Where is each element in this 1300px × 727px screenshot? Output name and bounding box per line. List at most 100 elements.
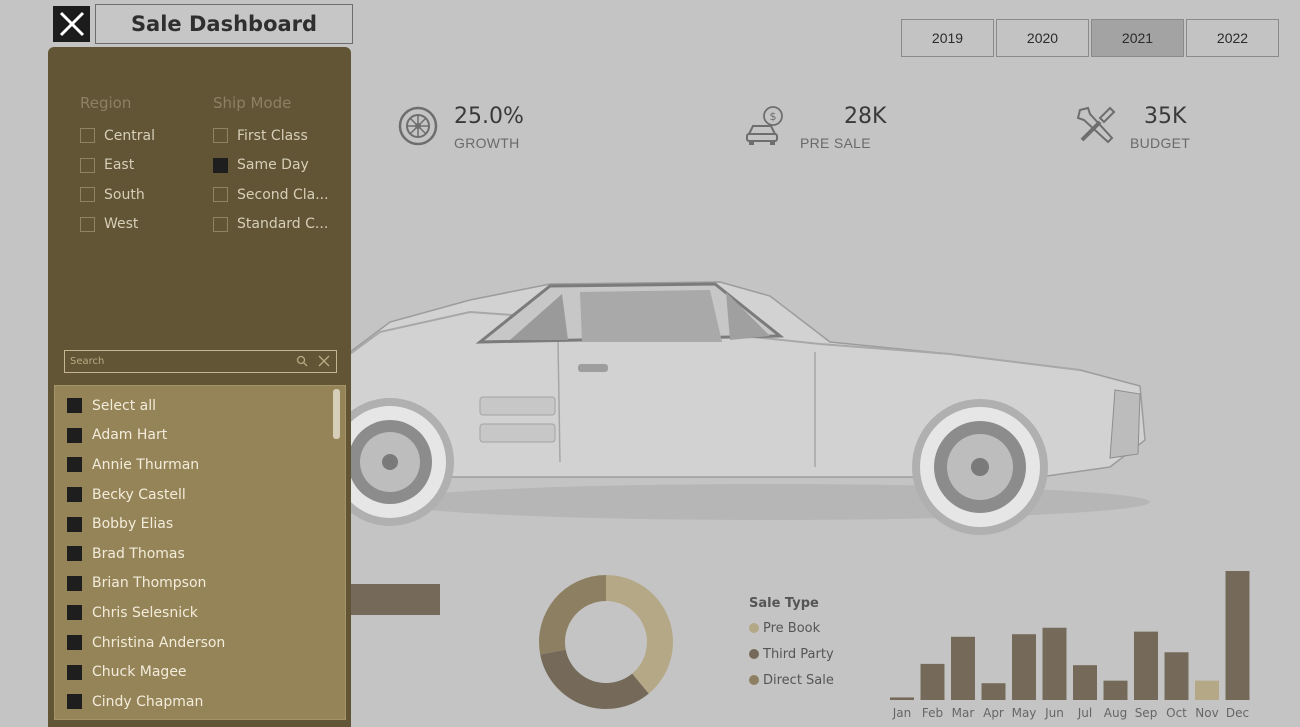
region-option-central[interactable]: Central: [80, 121, 155, 151]
car-image: [350, 281, 1150, 535]
kpi-budget: 35K BUDGET: [1074, 104, 1190, 151]
checkbox-checked[interactable]: [67, 575, 82, 591]
kpi-pre-sale-value: 28K: [844, 104, 887, 129]
x-tick-label: Jan: [892, 706, 912, 720]
checkbox-checked[interactable]: [67, 635, 82, 651]
year-button-2020[interactable]: 2020: [996, 19, 1089, 57]
list-item[interactable]: Brian Thompson: [55, 569, 345, 599]
region-option-south[interactable]: South: [80, 180, 155, 210]
list-item[interactable]: Brad Thomas: [55, 539, 345, 569]
column-bar-dec[interactable]: [1225, 571, 1250, 700]
list-item-label: Chuck Magee: [92, 664, 187, 681]
column-bar-oct[interactable]: [1164, 652, 1189, 700]
list-item[interactable]: Bobby Elias: [55, 509, 345, 539]
customer-list: Select all Adam Hart Annie Thurman Becky…: [54, 385, 346, 720]
search-icon[interactable]: [296, 355, 308, 367]
column-bar-aug[interactable]: [1103, 680, 1128, 700]
ship-mode-option-first-class[interactable]: First Class: [213, 121, 329, 151]
column-bar-may[interactable]: [1012, 634, 1036, 700]
checkbox-checked[interactable]: [213, 157, 228, 173]
region-option-label: Central: [104, 127, 155, 144]
x-tick-label: Nov: [1195, 706, 1218, 720]
column-bar-jun[interactable]: [1042, 627, 1067, 700]
ship-mode-option-label: Standard C...: [237, 216, 329, 233]
region-option-east[interactable]: East: [80, 151, 155, 181]
ship-mode-option-standard-class[interactable]: Standard C...: [213, 210, 329, 240]
kpi-budget-label: BUDGET: [1130, 135, 1191, 151]
list-item[interactable]: Adam Hart: [55, 421, 345, 451]
column-bar-feb[interactable]: [920, 663, 945, 700]
checkbox-checked[interactable]: [67, 398, 82, 414]
search-box: [64, 350, 337, 373]
ship-mode-option-second-class[interactable]: Second Cla...: [213, 180, 329, 210]
legend-item-pre-book[interactable]: Pre Book: [749, 615, 834, 641]
checkbox-checked[interactable]: [67, 457, 82, 473]
column-bar-jul[interactable]: [1073, 665, 1097, 700]
legend-label: Pre Book: [763, 620, 821, 636]
scrollbar[interactable]: [333, 389, 340, 439]
kpi-pre-sale-label: PRE SALE: [800, 135, 871, 151]
kpi-growth-label: GROWTH: [454, 135, 520, 151]
checkbox-checked[interactable]: [67, 664, 82, 680]
list-item[interactable]: Cindy Chapman: [55, 687, 345, 717]
year-button-2021[interactable]: 2021: [1091, 19, 1184, 57]
legend-dot: [749, 649, 759, 659]
column-bar-apr[interactable]: [981, 683, 1006, 700]
kpi-growth-value: 25.0%: [454, 104, 524, 129]
legend-label: Direct Sale: [763, 672, 834, 688]
checkbox-checked[interactable]: [67, 427, 82, 443]
column-bar-sep[interactable]: [1134, 631, 1158, 700]
list-item[interactable]: Chris Selesnick: [55, 598, 345, 628]
region-option-label: West: [104, 216, 139, 233]
ship-mode-option-same-day[interactable]: Same Day: [213, 151, 329, 181]
donut-slice-third-party[interactable]: [540, 649, 649, 709]
search-input[interactable]: [70, 356, 290, 367]
legend-label: Third Party: [763, 646, 834, 662]
list-item-select-all[interactable]: Select all: [55, 391, 345, 421]
checkbox[interactable]: [80, 187, 95, 203]
clear-icon[interactable]: [318, 355, 330, 367]
region-option-west[interactable]: West: [80, 210, 155, 240]
checkbox[interactable]: [213, 128, 228, 144]
donut-slice-direct-sale[interactable]: [539, 575, 606, 655]
ship-mode-option-label: First Class: [237, 127, 308, 144]
ship-mode-option-label: Second Cla...: [237, 186, 329, 203]
list-item[interactable]: Chuck Magee: [55, 657, 345, 687]
column-bar-nov[interactable]: [1195, 680, 1219, 700]
legend-dot: [749, 623, 759, 633]
checkbox[interactable]: [213, 216, 228, 232]
year-button-2022[interactable]: 2022: [1186, 19, 1279, 57]
donut-slice-pre-book[interactable]: [606, 575, 673, 694]
checkbox[interactable]: [80, 216, 95, 232]
x-tick-label: Dec: [1226, 706, 1249, 720]
x-tick-label: Jul: [1077, 706, 1092, 720]
x-tick-label: Oct: [1166, 706, 1187, 720]
kpi-growth: 25.0% GROWTH: [398, 104, 524, 151]
list-item[interactable]: Christina Anderson: [55, 628, 345, 658]
close-button[interactable]: [53, 6, 90, 42]
year-button-2019[interactable]: 2019: [901, 19, 994, 57]
legend-item-third-party[interactable]: Third Party: [749, 641, 834, 667]
checkbox[interactable]: [80, 157, 95, 173]
checkbox-checked[interactable]: [67, 605, 82, 621]
list-item-label: Chris Selesnick: [92, 604, 198, 621]
checkbox-checked[interactable]: [67, 487, 82, 503]
page-title: Sale Dashboard: [95, 4, 353, 44]
x-tick-label: Mar: [952, 706, 975, 720]
monthly-column-chart: Jan Feb Mar Apr May Jun Jul Aug Sep Oct Nov Dec: [890, 571, 1250, 720]
list-item[interactable]: Annie Thurman: [55, 450, 345, 480]
checkbox-checked[interactable]: [67, 546, 82, 562]
ship-mode-filter: Ship Mode First Class Same Day Second Cl…: [213, 94, 329, 239]
checkbox-checked[interactable]: [67, 694, 82, 710]
checkbox[interactable]: [80, 128, 95, 144]
column-bar-jan[interactable]: [890, 697, 914, 700]
checkbox-checked[interactable]: [67, 516, 82, 532]
checkbox[interactable]: [213, 187, 228, 203]
x-tick-label: Apr: [983, 706, 1004, 720]
list-item-label: Brian Thompson: [92, 575, 207, 592]
column-bar-mar[interactable]: [951, 636, 975, 700]
legend-title: Sale Type: [749, 596, 819, 611]
tire-icon: [398, 106, 438, 146]
list-item[interactable]: Becky Castell: [55, 480, 345, 510]
legend-item-direct-sale[interactable]: Direct Sale: [749, 667, 834, 693]
